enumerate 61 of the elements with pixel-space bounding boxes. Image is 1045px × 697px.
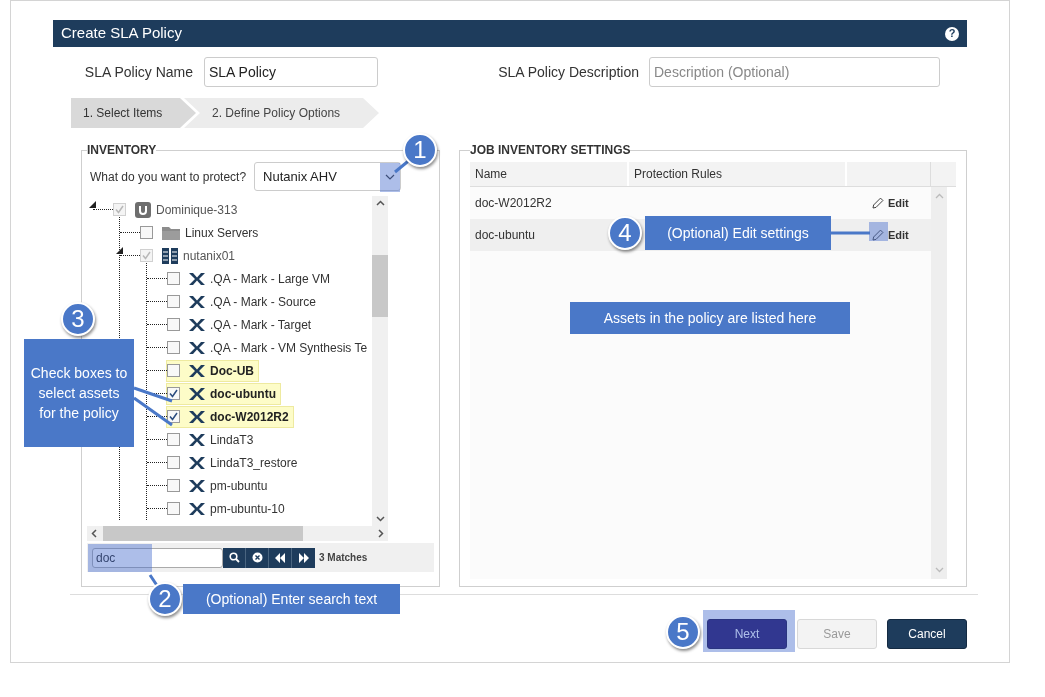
chevron-up-icon[interactable] [375,200,385,206]
field-label: SLA Policy Description [498,62,639,82]
server-icon [135,201,151,218]
server-rack-icon [162,247,178,264]
chevron-left-icon[interactable] [91,529,97,538]
table-cell-text: doc-W2012R2 [474,195,553,212]
x-icon [189,387,205,400]
x-icon [189,295,205,308]
policy-name-field[interactable]: SLA Policy [204,57,378,87]
double-left-arrow-icon [274,552,286,563]
field-label: SLA Policy Name [83,62,193,82]
chevron-down-icon[interactable] [375,516,385,522]
x-icon [189,410,205,423]
dialog-button[interactable]: Next [707,619,787,649]
step-number-badge: 2 [148,582,182,616]
x-icon [189,364,205,377]
step-number-badge: 5 [666,615,700,649]
search-field[interactable]: doc [92,547,223,568]
x-icon [189,456,205,469]
match-count: 3 Matches [319,551,368,565]
wizard-step-tab[interactable]: 1. Select Items [71,98,196,128]
dialog-button[interactable]: Cancel [887,619,967,649]
field-label: What do you want to protect? [90,168,247,186]
dialog-title: Create SLA Policy [61,23,182,44]
horizontal-scrollbar[interactable] [87,526,388,541]
callout-label: Check boxes to select assets for the policy [24,339,134,447]
panel-title: INVENTORY [87,142,157,159]
wizard-step-tab[interactable]: 2. Define Policy Options [184,98,379,128]
table-cell-text: doc-ubuntu [474,227,537,244]
chevron-down-icon [385,173,396,180]
scrollbar-thumb[interactable] [103,526,303,541]
close-icon [251,552,263,563]
callout-label: (Optional) Edit settings [645,216,831,250]
edit-link[interactable]: Edit [872,194,909,212]
x-icon [189,318,205,331]
x-icon [189,341,205,354]
policy-description-field[interactable]: Description (Optional) [649,57,940,87]
help-icon[interactable]: ? [945,26,959,41]
pencil-icon [872,229,884,241]
highlight-overlay [380,163,400,192]
x-icon [189,433,205,446]
x-icon [189,272,205,285]
highlight-overlay [88,544,152,572]
protect-dropdown[interactable]: Nutanix AHV [254,162,402,191]
leader-line [830,231,870,235]
step-number-badge: 3 [61,302,95,336]
vertical-scrollbar[interactable] [372,196,388,526]
edit-link[interactable]: Edit [872,226,909,244]
callout-label: Assets in the policy are listed here [570,302,850,334]
search-icon [228,552,240,563]
step-number-badge: 1 [403,133,437,167]
x-icon [189,502,205,515]
panel-title: JOB INVENTORY SETTINGS [470,142,631,159]
pencil-icon [872,197,884,209]
highlight-overlay [869,222,888,241]
x-icon [189,479,205,492]
chevron-right-icon[interactable] [378,529,384,538]
scrollbar-thumb[interactable] [372,255,388,317]
folder-icon [162,225,180,240]
callout-label: (Optional) Enter search text [183,584,400,614]
double-right-arrow-icon [297,552,310,563]
